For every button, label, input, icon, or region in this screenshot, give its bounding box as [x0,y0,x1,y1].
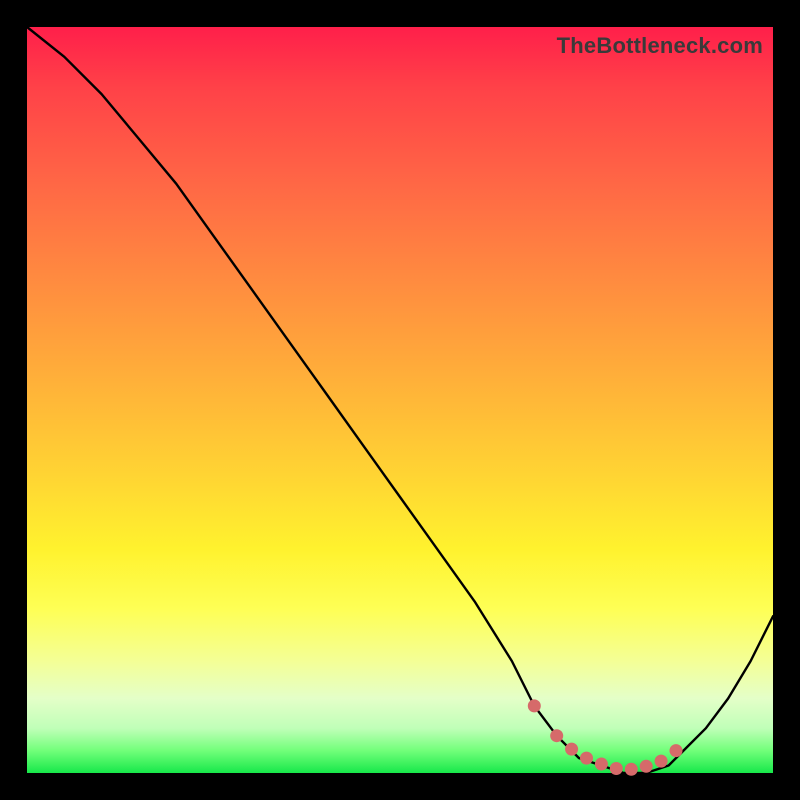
highlight-dots [528,699,683,775]
chart-container: TheBottleneck.com [0,0,800,800]
curve-layer [27,27,773,773]
highlight-dot [640,760,653,773]
highlight-dot [670,744,683,757]
highlight-dot [595,758,608,771]
plot-area: TheBottleneck.com [27,27,773,773]
highlight-dot [550,729,563,742]
highlight-dot [610,762,623,775]
highlight-dot [625,763,638,776]
highlight-dot [528,699,541,712]
highlight-dot [655,755,668,768]
highlight-dot [565,743,578,756]
highlight-dot [580,752,593,765]
bottleneck-curve [27,27,773,773]
